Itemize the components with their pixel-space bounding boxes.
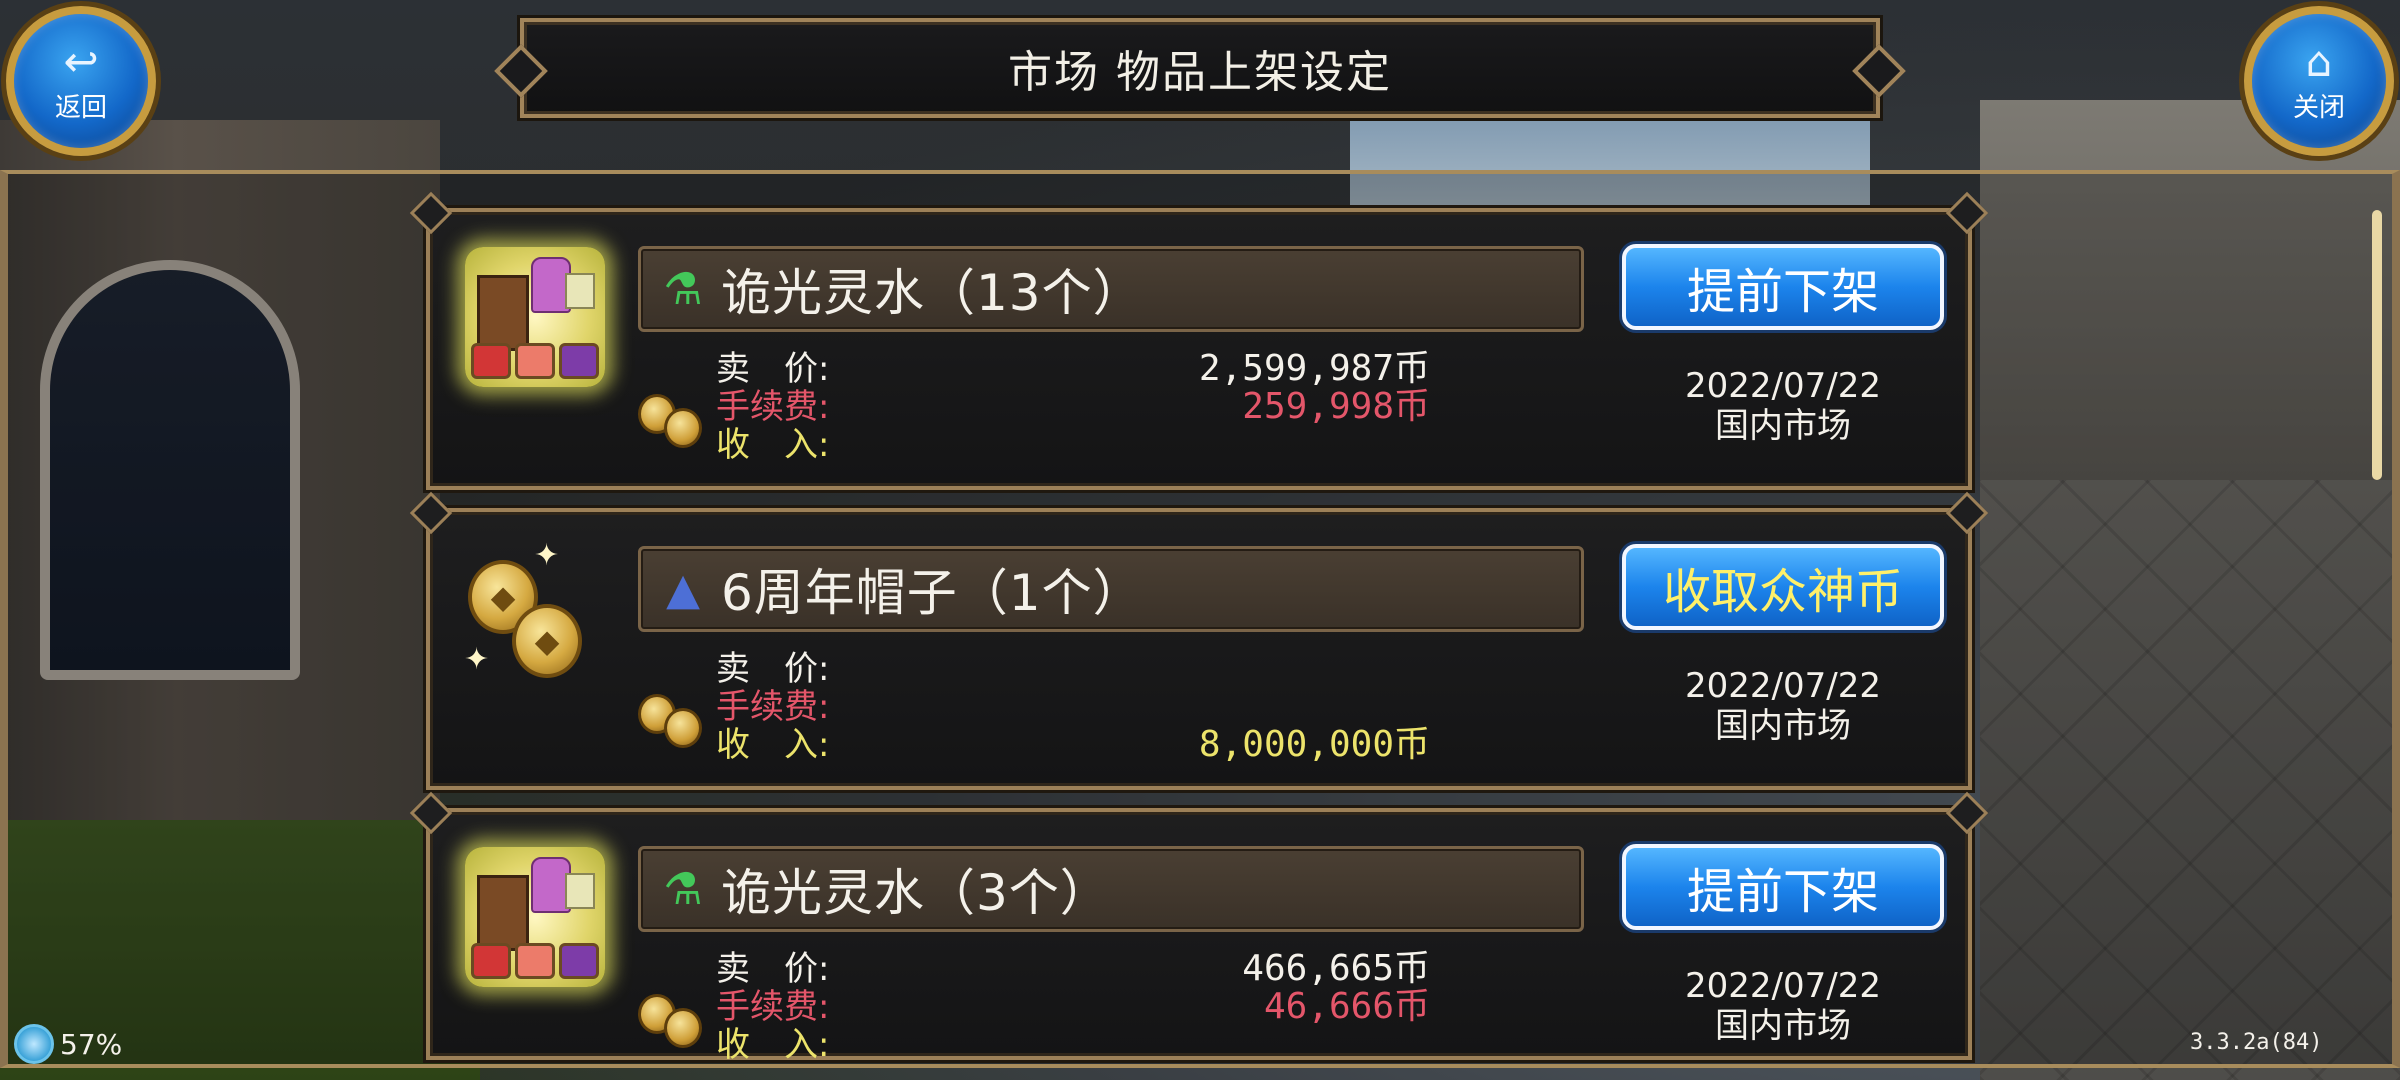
close-button[interactable]: ⌂ 关闭 xyxy=(2244,6,2394,156)
income-label: 收 入: xyxy=(716,725,830,765)
price-value xyxy=(1130,650,1430,688)
income-label: 收 入: xyxy=(716,425,830,465)
gold-coins-icon: ◆ ◆ ✦ ✦ xyxy=(460,538,610,692)
listing-market: 国内市场 xyxy=(1715,1006,1851,1046)
item-name-box: ▲ 6周年帽子（1个） xyxy=(638,546,1584,632)
item-name: 诡光灵水（3个） xyxy=(721,864,1111,922)
version-label: 3.3.2a(84) xyxy=(2190,1030,2323,1055)
price-labels: 卖 价: 手续费: 收 入: xyxy=(716,650,936,764)
scrollbar[interactable] xyxy=(2372,210,2382,480)
item-name: 6周年帽子（1个） xyxy=(721,564,1144,622)
potion-icon: ⚗ xyxy=(663,863,703,915)
item-name-box: ⚗ 诡光灵水（13个） xyxy=(638,246,1584,332)
close-button-label: 关闭 xyxy=(2292,92,2345,123)
listing-market: 国内市场 xyxy=(1715,706,1851,746)
price-values: 466,665币 46,666币 xyxy=(1130,950,1430,1064)
potion-icon: ⚗ xyxy=(663,263,703,315)
listing-meta: 2022/07/22 国内市场 xyxy=(1622,366,1944,446)
income-value xyxy=(1130,426,1430,464)
listing-meta: 2022/07/22 国内市场 xyxy=(1622,666,1944,746)
coins-icon xyxy=(634,372,714,452)
market-stall-icon xyxy=(460,842,610,992)
listing-date: 2022/07/22 xyxy=(1685,666,1881,706)
listing-market: 国内市场 xyxy=(1715,406,1851,446)
back-arrow-icon: ↩ xyxy=(63,36,99,86)
fee-value xyxy=(1130,688,1430,726)
listing-item: ⚗ 诡光灵水（3个） 卖 价: 手续费: 收 入: 466,665币 46,66… xyxy=(426,808,1972,1064)
listing-meta: 2022/07/22 国内市场 xyxy=(1622,966,1944,1046)
battery-indicator: 57% xyxy=(14,1024,122,1064)
fee-label: 手续费: xyxy=(716,387,830,427)
market-stall-icon xyxy=(460,242,610,392)
fee-value: 259,998币 xyxy=(1242,386,1430,427)
listing-item: ◆ ◆ ✦ ✦ ▲ 6周年帽子（1个） 卖 价: 手续费: 收 入: 8,000… xyxy=(426,508,1972,790)
collect-coins-button[interactable]: 收取众神币 xyxy=(1622,544,1944,630)
income-value: 8,000,000币 xyxy=(1198,724,1430,765)
fee-label: 手续费: xyxy=(716,987,830,1027)
income-value xyxy=(1130,1026,1430,1064)
listing-item: ⚗ 诡光灵水（13个） 卖 价: 手续费: 收 入: 2,599,987币 25… xyxy=(426,208,1972,490)
cancel-listing-button[interactable]: 提前下架 xyxy=(1622,244,1944,330)
price-labels: 卖 价: 手续费: 收 入: xyxy=(716,350,936,464)
wizard-hat-icon: ▲ xyxy=(666,563,700,615)
price-value: 2,599,987币 xyxy=(1198,348,1430,389)
item-name: 诡光灵水（13个） xyxy=(721,264,1144,322)
income-label: 收 入: xyxy=(716,1025,830,1065)
price-label: 卖 价: xyxy=(716,649,830,689)
price-values: 8,000,000币 xyxy=(1130,650,1430,764)
back-button[interactable]: ↩ 返回 xyxy=(6,6,156,156)
back-button-label: 返回 xyxy=(54,92,107,123)
coins-icon xyxy=(634,972,714,1052)
battery-icon xyxy=(14,1024,54,1064)
price-values: 2,599,987币 259,998币 xyxy=(1130,350,1430,464)
price-label: 卖 价: xyxy=(716,949,830,989)
cancel-listing-button[interactable]: 提前下架 xyxy=(1622,844,1944,930)
listing-date: 2022/07/22 xyxy=(1685,966,1881,1006)
price-label: 卖 价: xyxy=(716,349,830,389)
fee-label: 手续费: xyxy=(716,687,830,727)
price-labels: 卖 价: 手续费: 收 入: xyxy=(716,950,936,1064)
title-bar: 市场 物品上架设定 xyxy=(520,18,1880,118)
battery-level: 57% xyxy=(60,1027,123,1061)
price-value: 466,665币 xyxy=(1242,948,1430,989)
home-icon: ⌂ xyxy=(2305,36,2333,86)
fee-value: 46,666币 xyxy=(1263,986,1430,1027)
coins-icon xyxy=(634,672,714,752)
item-name-box: ⚗ 诡光灵水（3个） xyxy=(638,846,1584,932)
page-title: 市场 物品上架设定 xyxy=(1008,47,1392,98)
listing-date: 2022/07/22 xyxy=(1685,366,1881,406)
